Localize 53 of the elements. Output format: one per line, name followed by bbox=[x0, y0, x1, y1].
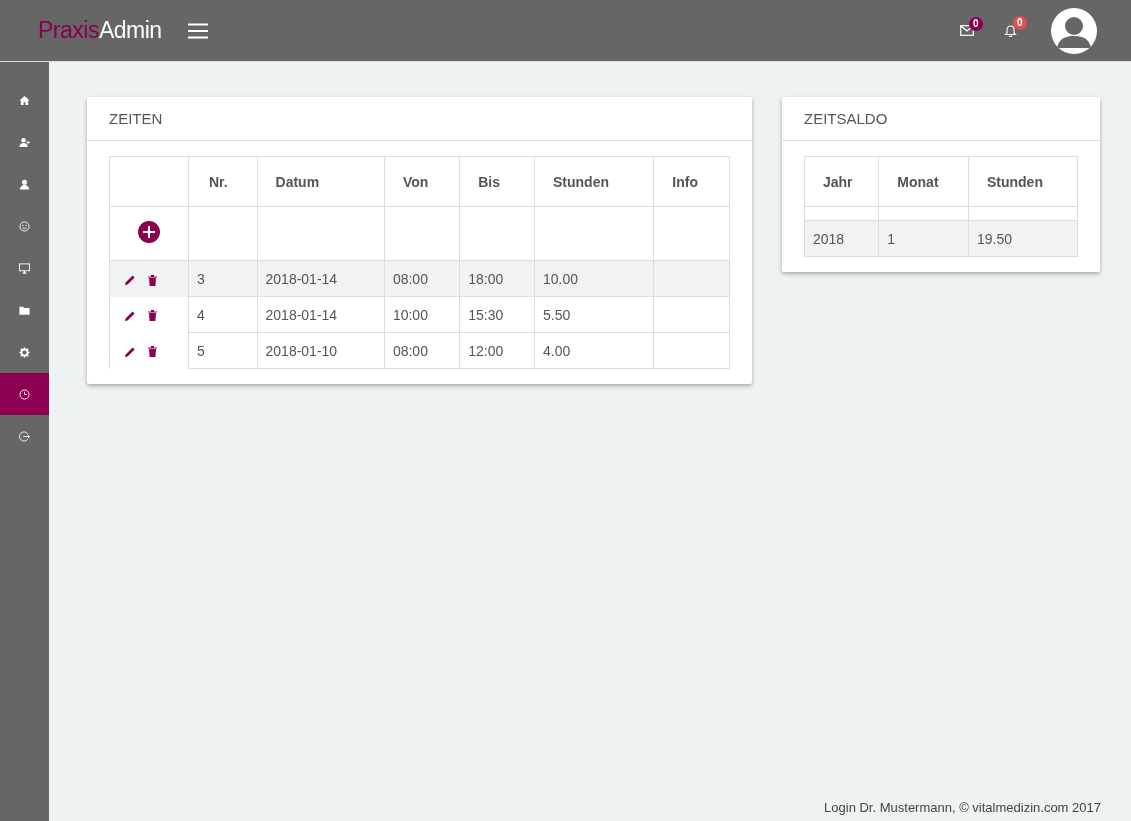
edit-pencil-icon[interactable] bbox=[124, 345, 136, 358]
table-cell: 18:00 bbox=[468, 270, 504, 287]
home-icon bbox=[19, 94, 30, 106]
trash-icon[interactable] bbox=[148, 310, 157, 322]
monitor-icon bbox=[19, 262, 30, 274]
column-header: Monat bbox=[878, 156, 969, 207]
edit-pencil-icon[interactable] bbox=[124, 274, 136, 287]
app-logo: PraxisAdmin bbox=[38, 17, 162, 44]
notification-count-badge: 0 bbox=[1013, 16, 1027, 30]
table-cell: 2018-01-10 bbox=[265, 342, 338, 359]
add-icon[interactable] bbox=[138, 221, 160, 243]
settings-icon bbox=[19, 346, 30, 358]
column-header: Stunden bbox=[968, 156, 1078, 207]
logout-icon bbox=[19, 430, 30, 442]
table-cell: 3 bbox=[197, 270, 205, 287]
menu-icon[interactable] bbox=[187, 22, 208, 39]
trash-icon[interactable] bbox=[148, 346, 157, 358]
footer-text: Login Dr. Mustermann, © vitalmedizin.com 2017 bbox=[823, 800, 1101, 815]
table-cell: 4 bbox=[197, 306, 205, 323]
user-icon bbox=[19, 178, 30, 190]
card-title: ZEITSALDO bbox=[782, 97, 1100, 141]
bell-icon[interactable] bbox=[1004, 24, 1017, 37]
table-cell: 5.50 bbox=[543, 306, 571, 323]
table-cell: 2018-01-14 bbox=[265, 270, 338, 287]
table-cell: 19.50 bbox=[976, 230, 1012, 247]
table-cell: 5 bbox=[197, 342, 205, 359]
column-header: Jahr bbox=[804, 156, 879, 207]
folder-icon bbox=[19, 304, 30, 316]
column-header: Bis bbox=[459, 156, 535, 207]
column-header: Info bbox=[653, 156, 730, 207]
smiley-icon bbox=[19, 220, 30, 232]
column-header: Datum bbox=[257, 156, 385, 207]
table-cell: 10.00 bbox=[543, 270, 579, 287]
table-cell: 2018-01-14 bbox=[265, 306, 338, 323]
table-cell: 08:00 bbox=[392, 270, 428, 287]
card-title: ZEITEN bbox=[87, 97, 752, 141]
mail-icon[interactable] bbox=[960, 25, 974, 36]
add-user-icon bbox=[19, 136, 30, 148]
table-cell: 4.00 bbox=[543, 342, 571, 359]
table-cell: 1 bbox=[887, 230, 896, 247]
edit-pencil-icon[interactable] bbox=[124, 309, 136, 322]
table-cell: 2018 bbox=[813, 230, 845, 247]
column-header: Nr. bbox=[188, 156, 258, 207]
mail-count-badge: 0 bbox=[969, 17, 983, 31]
avatar-icon[interactable] bbox=[1051, 7, 1097, 54]
table-cell: 12:00 bbox=[468, 342, 504, 359]
column-header: Von bbox=[384, 156, 460, 207]
table-cell: 10:00 bbox=[392, 306, 428, 323]
clock-icon bbox=[19, 388, 30, 400]
column-header: Stunden bbox=[534, 156, 654, 207]
trash-icon[interactable] bbox=[148, 274, 157, 286]
table-cell: 15:30 bbox=[468, 306, 504, 323]
table-cell: 08:00 bbox=[392, 342, 428, 359]
